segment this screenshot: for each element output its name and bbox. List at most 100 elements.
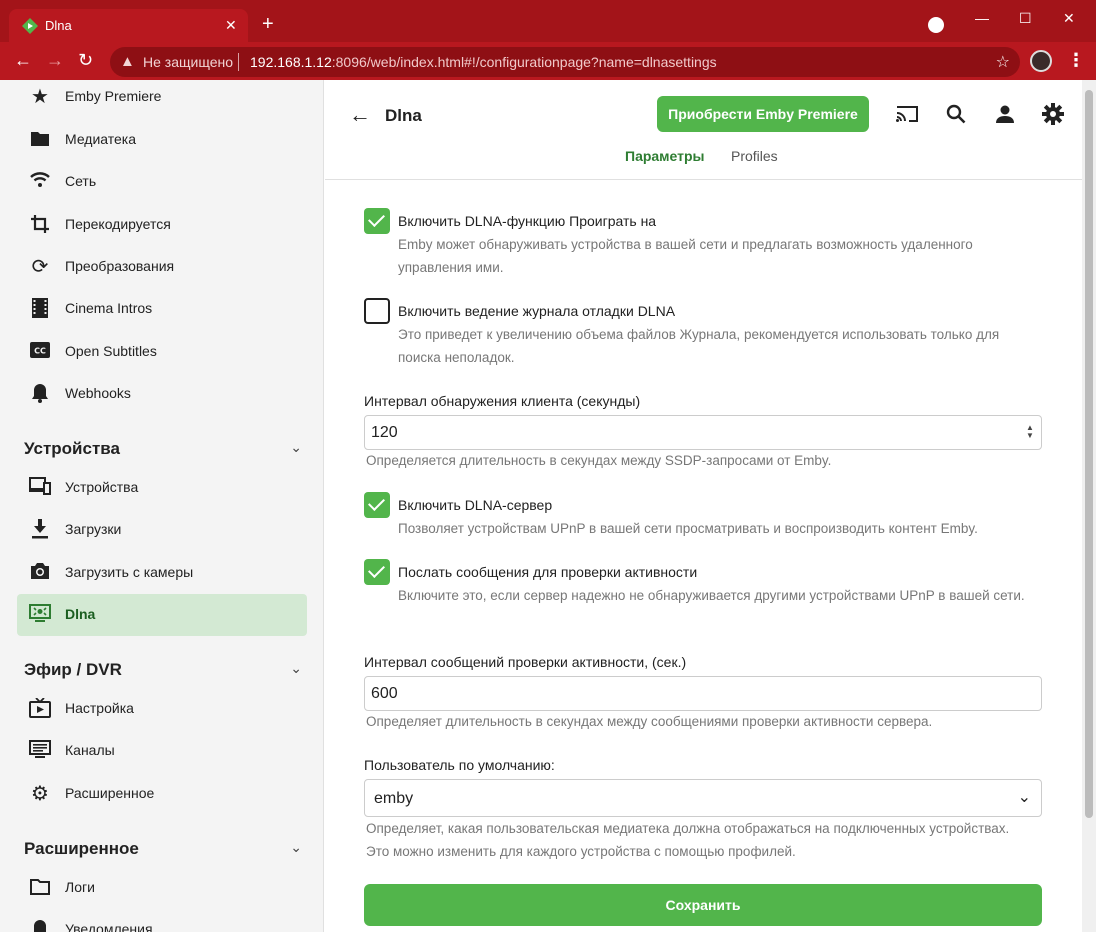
sync-icon: ⟳ xyxy=(31,256,49,278)
enable-playto-checkbox[interactable] xyxy=(364,208,390,234)
alive-messages-description: Включите это, если сервер надежно не обн… xyxy=(398,588,1025,603)
sidebar-item-cinema-intros[interactable]: Cinema Intros xyxy=(17,288,307,330)
sidebar-item-label: Настройка xyxy=(65,700,134,716)
sidebar-item-devices[interactable]: Устройства xyxy=(17,467,307,509)
new-tab-icon[interactable]: + xyxy=(262,14,274,34)
sidebar-item-dvr-setup[interactable]: Настройка xyxy=(17,688,307,730)
minimize-icon[interactable]: — xyxy=(975,10,989,26)
chevron-down-icon: ⌄ xyxy=(290,839,302,855)
sidebar-item-label: Логи xyxy=(65,879,95,895)
alive-interval-label: Интервал сообщений проверки активности, … xyxy=(364,654,687,670)
back-icon[interactable]: ← xyxy=(14,51,32,69)
svg-text:CC: CC xyxy=(34,347,46,356)
save-button[interactable]: Сохранить xyxy=(364,884,1042,926)
bell-icon xyxy=(29,919,51,932)
default-user-label: Пользователь по умолчанию: xyxy=(364,757,555,773)
sidebar-item-label: Перекодируется xyxy=(65,216,171,232)
sidebar-item-label: Преобразования xyxy=(65,258,175,274)
tab-profiles[interactable]: Profiles xyxy=(731,148,778,164)
alive-interval-value: 600 xyxy=(371,685,398,702)
toolbar: ← → ↻ ▲ Не защищено 192.168.1.12:8096/we… xyxy=(0,42,1096,80)
sidebar-item-label: Устройства xyxy=(65,479,139,495)
sidebar-item-label: Dlna xyxy=(65,606,96,622)
sidebar-item-network[interactable]: Сеть xyxy=(17,161,307,203)
alive-messages-checkbox[interactable] xyxy=(364,559,390,585)
enable-playto-label: Включить DLNA-функцию Проиграть на xyxy=(398,213,657,229)
maximize-icon[interactable]: ☐ xyxy=(1019,10,1032,27)
star-icon: ★ xyxy=(31,86,49,108)
back-arrow-icon[interactable]: ← xyxy=(349,102,371,128)
camera-icon xyxy=(29,562,51,584)
sidebar-item-logs[interactable]: Логи xyxy=(17,867,307,909)
window-close-icon[interactable]: ✕ xyxy=(1063,10,1075,27)
sidebar-item-label: Open Subtitles xyxy=(65,343,157,359)
discovery-interval-label: Интервал обнаружения клиента (секунды) xyxy=(364,393,641,409)
sidebar-item-open-subtitles[interactable]: CC Open Subtitles xyxy=(17,331,307,373)
bookmark-star-icon[interactable]: ☆ xyxy=(996,52,1010,72)
tab-parameters[interactable]: Параметры xyxy=(625,148,705,164)
settings-gear-icon[interactable] xyxy=(1041,102,1065,126)
emby-favicon-icon xyxy=(22,18,38,34)
default-user-description: Определяет, какая пользовательская медиа… xyxy=(366,821,1010,859)
scrollbar[interactable] xyxy=(1082,80,1096,932)
bell-icon xyxy=(29,383,51,405)
address-bar[interactable]: ▲ Не защищено 192.168.1.12:8096/web/inde… xyxy=(110,47,1020,77)
default-user-select[interactable]: emby ⌄ xyxy=(364,779,1042,817)
sidebar-item-label: Каналы xyxy=(65,742,115,758)
avatar[interactable] xyxy=(1030,50,1052,72)
section-header-dvr[interactable]: Эфир / DVR ⌄ xyxy=(24,656,308,686)
alive-messages-label: Послать сообщения для проверки активност… xyxy=(398,564,698,580)
cast-icon[interactable] xyxy=(895,102,919,126)
sidebar-item-downloads[interactable]: Загрузки xyxy=(17,509,307,551)
main-content: ← Dlna Приобрести Emby Premiere Параметр… xyxy=(325,80,1096,932)
sidebar-item-label: Уведомления xyxy=(65,921,153,932)
chevron-down-icon: ⌄ xyxy=(290,660,302,676)
sidebar-item-emby-premiere[interactable]: ★ Emby Premiere xyxy=(17,80,307,118)
url-text: 192.168.1.12:8096/web/index.html#!/confi… xyxy=(250,54,717,70)
sidebar-item-notifications[interactable]: Уведомления xyxy=(17,909,307,932)
folder-outline-icon xyxy=(29,877,51,899)
sidebar-item-camera-upload[interactable]: Загрузить с камеры xyxy=(17,552,307,594)
debug-log-checkbox[interactable] xyxy=(364,298,390,324)
page-header: ← Dlna Приобрести Emby Premiere Параметр… xyxy=(325,80,1082,180)
sidebar-item-dvr-advanced[interactable]: ⚙ Расширенное xyxy=(17,773,307,815)
default-user-value: emby xyxy=(374,790,414,807)
get-premiere-button[interactable]: Приобрести Emby Premiere xyxy=(657,96,869,132)
insecure-label: Не защищено xyxy=(143,54,233,70)
alive-interval-input[interactable]: 600 xyxy=(364,676,1042,711)
cc-icon: CC xyxy=(29,341,51,363)
dlna-icon xyxy=(29,604,51,626)
user-icon[interactable] xyxy=(993,102,1017,126)
sidebar: ★ Emby Premiere Медиатека Сеть Перекодиру… xyxy=(0,80,324,932)
scrollbar-thumb[interactable] xyxy=(1085,90,1093,818)
reload-icon[interactable]: ↻ xyxy=(78,51,93,69)
number-stepper-icon[interactable]: ▲ ▼ xyxy=(1025,424,1035,440)
wifi-icon xyxy=(29,171,51,193)
discovery-interval-description: Определяется длительность в секундах меж… xyxy=(366,453,832,468)
section-header-advanced[interactable]: Расширенное ⌄ xyxy=(24,835,308,865)
section-title: Расширенное xyxy=(24,839,139,858)
tv-icon xyxy=(29,697,51,720)
sidebar-item-dlna[interactable]: Dlna xyxy=(17,594,307,636)
download-icon xyxy=(29,519,51,541)
section-header-devices[interactable]: Устройства ⌄ xyxy=(24,435,308,465)
gear-icon: ⚙ xyxy=(31,783,49,805)
sidebar-item-channels[interactable]: Каналы xyxy=(17,730,307,772)
discovery-interval-input[interactable]: 120 ▲ ▼ xyxy=(364,415,1042,450)
profile-menu-icon[interactable] xyxy=(928,17,944,33)
sidebar-item-webhooks[interactable]: Webhooks xyxy=(17,373,307,415)
sidebar-item-label: Webhooks xyxy=(65,385,131,401)
sidebar-item-transcoding[interactable]: Перекодируется xyxy=(17,204,307,246)
enable-server-description: Позволяет устройствам UPnP в вашей сети … xyxy=(398,521,978,536)
sidebar-item-library[interactable]: Медиатека xyxy=(17,119,307,161)
sidebar-item-conversions[interactable]: ⟳ Преобразования xyxy=(17,246,307,288)
enable-server-label: Включить DLNA-сервер xyxy=(398,497,553,513)
close-tab-icon[interactable]: ✕ xyxy=(225,17,237,34)
section-title: Эфир / DVR xyxy=(24,660,122,679)
forward-icon[interactable]: → xyxy=(46,51,64,69)
menu-kebab-icon[interactable]: ⋮ xyxy=(1067,50,1085,71)
enable-server-checkbox[interactable] xyxy=(364,492,390,518)
browser-tab[interactable]: Dlna ✕ xyxy=(9,9,248,42)
folder-icon xyxy=(29,129,51,151)
search-icon[interactable] xyxy=(944,102,968,126)
